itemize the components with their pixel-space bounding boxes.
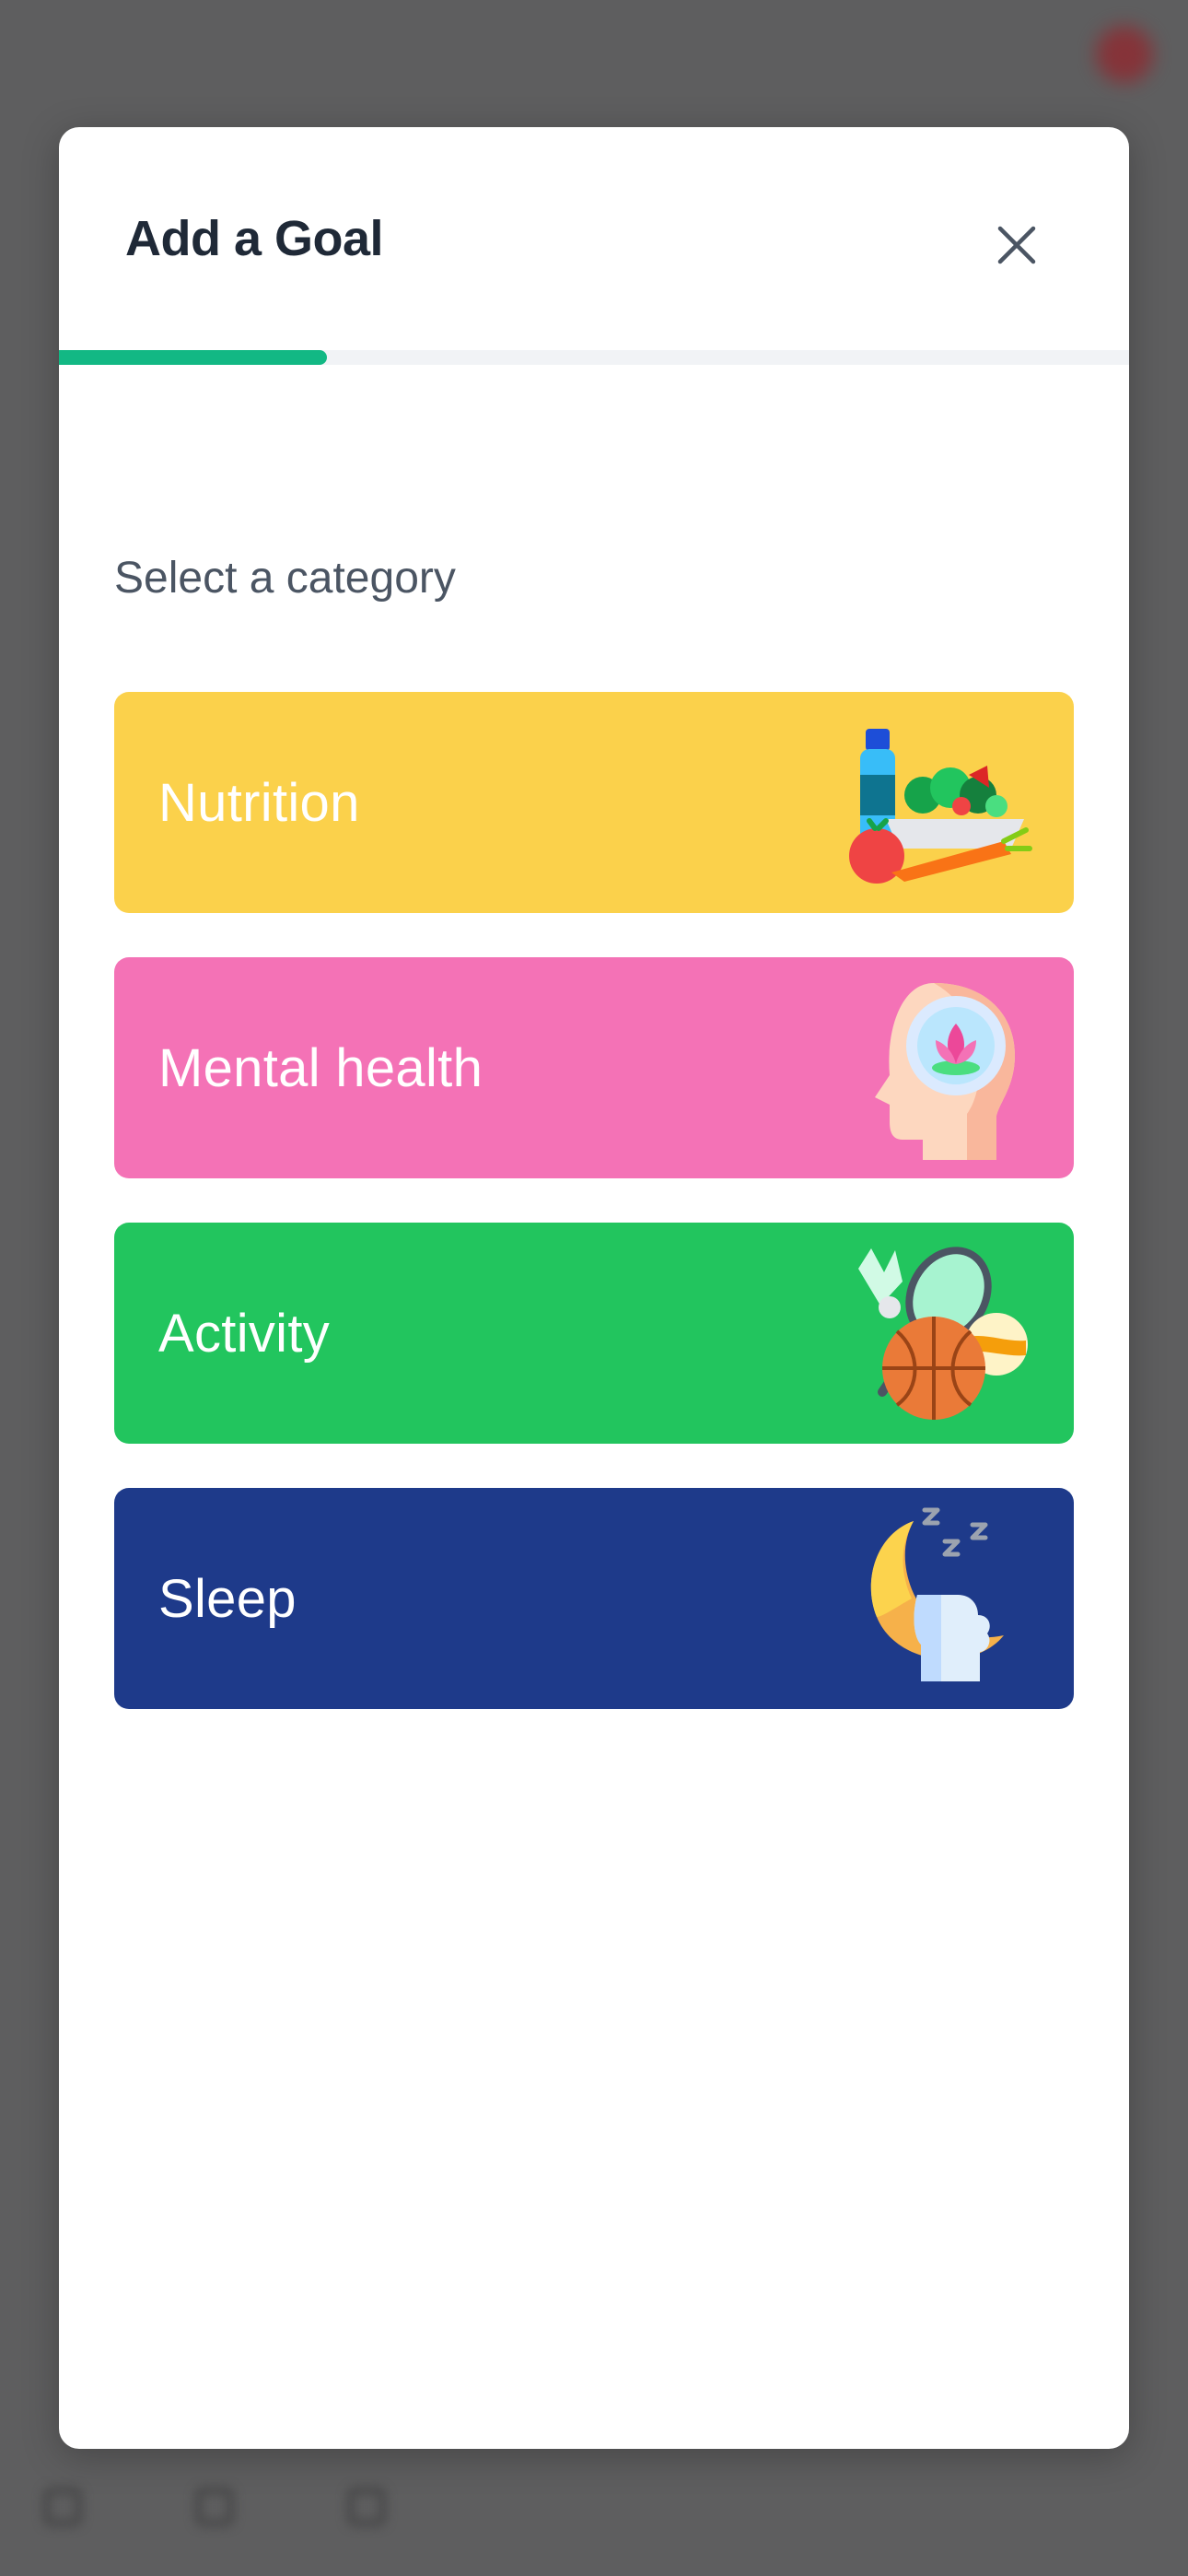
close-icon: [997, 226, 1036, 264]
moon-sleep-icon: [870, 1507, 1004, 1681]
category-label: Sleep: [158, 1568, 297, 1629]
progress-bar: [59, 350, 1129, 365]
add-goal-modal: Add a Goal Select a category Nutrition M…: [59, 127, 1129, 2449]
sports-equipment-icon: [858, 1247, 1028, 1420]
background-tab-bar: [0, 2438, 1188, 2576]
food-icon: [849, 729, 1032, 884]
meditation-head-icon: [875, 983, 1015, 1160]
book-icon: [348, 2488, 386, 2525]
category-list: Nutrition Mental health Activity Sleep: [114, 565, 1074, 1709]
background-tab: [196, 2487, 265, 2528]
category-card-mental-health[interactable]: Mental health: [114, 957, 1074, 1178]
category-card-sleep[interactable]: Sleep: [114, 1488, 1074, 1709]
close-button[interactable]: [987, 216, 1046, 275]
category-card-nutrition[interactable]: Nutrition: [114, 692, 1074, 913]
category-card-activity[interactable]: Activity: [114, 1223, 1074, 1444]
background-tab: [44, 2487, 113, 2528]
chart-icon: [196, 2488, 234, 2525]
category-label: Nutrition: [158, 772, 360, 833]
home-icon: [44, 2488, 81, 2525]
modal-header: Add a Goal: [59, 127, 1129, 350]
modal-title: Add a Goal: [125, 211, 384, 266]
category-label: Mental health: [158, 1037, 483, 1098]
avatar: [1096, 26, 1153, 83]
category-label: Activity: [158, 1303, 331, 1364]
background-tab: [348, 2487, 417, 2528]
progress-fill: [59, 350, 327, 365]
